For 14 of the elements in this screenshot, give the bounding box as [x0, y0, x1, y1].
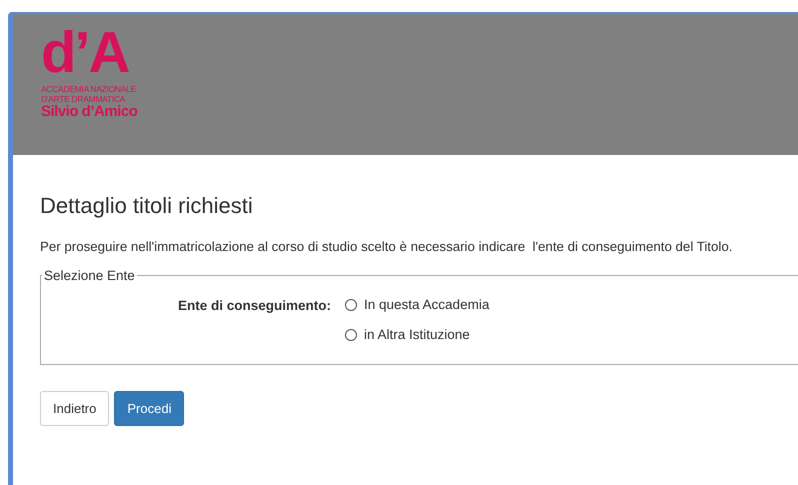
radio-button[interactable]: [345, 328, 357, 340]
fieldset-legend: Selezione Ente: [42, 268, 137, 283]
radio-label[interactable]: In questa Accademia: [364, 297, 490, 312]
logo-mark: d’A: [41, 22, 130, 84]
intro-text: Per proseguire nell'immatricolazione al corso di studio scelto è necessario indicare l'ente di conseguimento del Titolo.: [40, 239, 734, 254]
radio-button[interactable]: [345, 298, 357, 310]
logo-text: ACCADEMIA NAZIONALE: [41, 84, 137, 94]
back-button[interactable]: Indietro: [40, 391, 110, 426]
field-label: Ente di conseguimento:: [176, 297, 331, 315]
logo-text: D'ARTE DRAMMATICA: [41, 94, 126, 104]
logo-name: Silvio d’Amico: [41, 104, 138, 120]
radio-label[interactable]: in Altra Istituzione: [364, 327, 470, 342]
proceed-button[interactable]: Procedi: [114, 391, 184, 426]
page-title: Dettaglio titoli richiesti: [40, 193, 254, 219]
